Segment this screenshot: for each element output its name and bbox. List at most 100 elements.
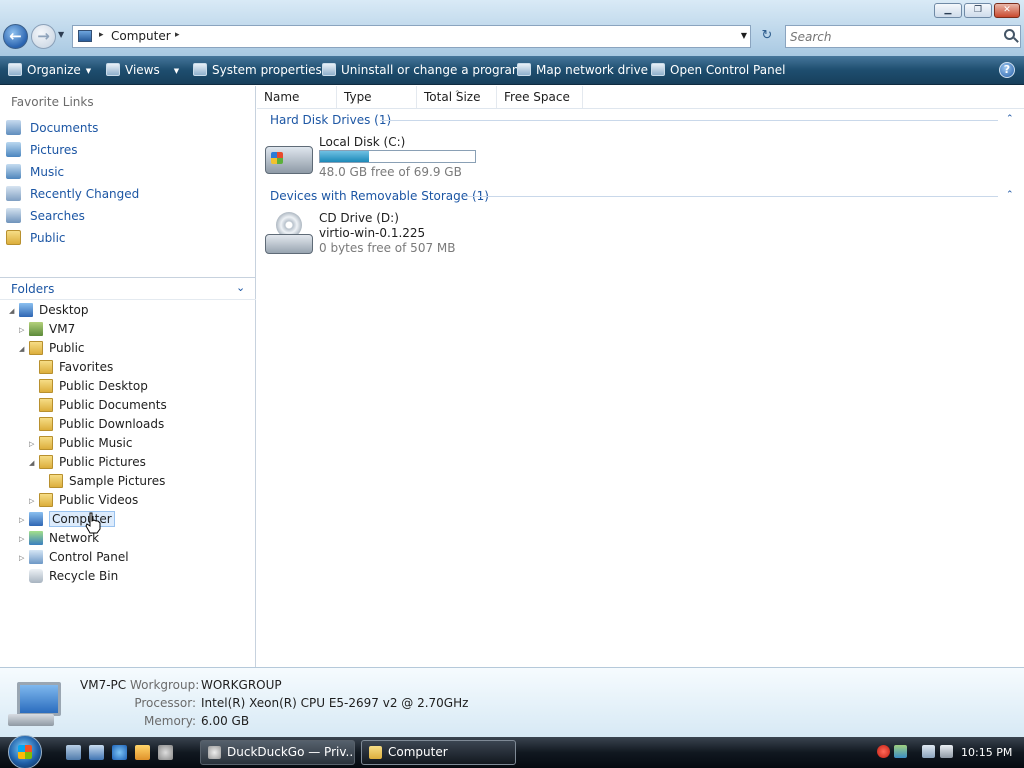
map-network-drive-button[interactable]: Map network drive [517, 62, 648, 80]
tree-expanded-icon[interactable]: ◢ [19, 340, 29, 359]
search-icon[interactable] [1004, 29, 1015, 40]
tree-collapsed-icon[interactable]: ▷ [29, 435, 39, 454]
taskbar-button-duckduckgo[interactable]: DuckDuckGo — Priv... [200, 740, 355, 765]
column-type[interactable]: Type ⌃ [337, 86, 461, 108]
taskbar-button-computer[interactable]: Computer [361, 740, 516, 765]
memory-value: 6.00 GB [201, 714, 250, 728]
breadcrumb-separator[interactable]: ▸ [99, 30, 104, 40]
favorite-label: Recently Changed [30, 187, 140, 201]
breadcrumb-separator[interactable]: ▸ [175, 30, 180, 40]
start-button[interactable] [8, 735, 42, 768]
folders-label: Folders [11, 282, 55, 296]
favorite-documents[interactable]: Documents [6, 119, 98, 137]
media-player-icon[interactable] [135, 745, 150, 760]
back-button[interactable]: ← [3, 24, 28, 49]
folder-icon [6, 230, 21, 245]
favorite-public[interactable]: Public [6, 229, 66, 247]
pictures-icon [6, 142, 21, 157]
drive-local-free-space: 48.0 GB free of 69.9 GB [319, 165, 462, 179]
tree-collapsed-icon[interactable]: ▷ [29, 492, 39, 511]
tree-collapsed-icon[interactable]: ▷ [19, 530, 29, 549]
open-control-panel-button[interactable]: Open Control Panel [651, 62, 785, 80]
searches-icon [6, 208, 21, 223]
column-free-space[interactable]: Free Space [497, 86, 583, 108]
views-button[interactable]: Views ▼ [106, 62, 179, 80]
forward-button[interactable]: → [31, 24, 56, 49]
help-icon[interactable]: ? [999, 62, 1015, 78]
tree-collapsed-icon[interactable]: ▷ [19, 321, 29, 340]
tree-item-recycle-bin[interactable]: Recycle Bin [19, 567, 118, 586]
computer-icon [29, 512, 43, 526]
maximize-button[interactable]: ❐ [964, 3, 992, 18]
group-hard-disk-drives[interactable]: Hard Disk Drives (1) [270, 113, 391, 127]
tree-item-public-desktop[interactable]: Public Desktop [29, 377, 148, 396]
tree-item-public[interactable]: ◢ Public [19, 339, 85, 358]
organize-button[interactable]: Organize ▼ [8, 62, 91, 80]
views-label: Views [125, 63, 160, 77]
favorite-music[interactable]: Music [6, 163, 64, 181]
tree-expanded-icon[interactable]: ◢ [9, 302, 19, 321]
address-bar[interactable]: ▸ Computer ▸ ▼ [72, 25, 751, 48]
network-connection-icon[interactable] [922, 745, 935, 758]
breadcrumb-computer[interactable]: Computer [111, 29, 171, 43]
folder-icon [39, 360, 53, 374]
favorite-recently-changed[interactable]: Recently Changed [6, 185, 139, 203]
collapse-group-icon[interactable]: ⌃ [1006, 190, 1014, 200]
videos-folder-icon [39, 493, 53, 507]
address-dropdown-icon[interactable]: ▼ [741, 31, 747, 40]
tree-item-public-music[interactable]: ▷ Public Music [29, 434, 132, 453]
folder-icon [49, 474, 63, 488]
folders-header[interactable]: Folders ⌄ [0, 277, 256, 300]
tree-collapsed-icon[interactable]: ▷ [19, 511, 29, 530]
tree-collapsed-icon[interactable]: ▷ [19, 549, 29, 568]
hand-cursor-icon [85, 512, 101, 534]
close-button[interactable]: ✕ [994, 3, 1020, 18]
tree-item-public-pictures[interactable]: ◢ Public Pictures [29, 453, 146, 472]
show-desktop-icon[interactable] [66, 745, 81, 760]
tree-item-vm7[interactable]: ▷ VM7 [19, 320, 75, 339]
hard-drive-icon[interactable] [265, 146, 313, 174]
refresh-button[interactable]: ↻ [755, 25, 779, 48]
group-divider [380, 120, 998, 121]
system-clock[interactable]: 10:15 PM [961, 746, 1012, 759]
tree-item-public-documents[interactable]: Public Documents [29, 396, 167, 415]
organize-icon [8, 63, 22, 76]
drive-local-disk-name[interactable]: Local Disk (C:) [319, 135, 405, 149]
group-removable-storage[interactable]: Devices with Removable Storage (1) [270, 189, 489, 203]
drive-cd-name[interactable]: CD Drive (D:) [319, 211, 399, 225]
duckduckgo-icon[interactable] [158, 745, 173, 760]
tree-expanded-icon[interactable]: ◢ [29, 454, 39, 473]
tree-item-control-panel[interactable]: ▷ Control Panel [19, 548, 129, 567]
tree-label: Control Panel [49, 550, 129, 564]
cd-drive-icon[interactable] [265, 212, 313, 256]
drive-cd-volume-label: virtio-win-0.1.225 [319, 226, 426, 240]
recent-pages-arrow[interactable]: ▼ [58, 30, 64, 39]
system-properties-button[interactable]: System properties [193, 62, 322, 80]
tree-item-desktop[interactable]: ◢ Desktop [9, 301, 89, 320]
computer-name: VM7-PC [80, 678, 127, 692]
minimize-button[interactable]: ▁ [934, 3, 962, 18]
internet-explorer-icon[interactable] [112, 745, 127, 760]
tree-label: Desktop [39, 303, 89, 317]
music-folder-icon [39, 436, 53, 450]
tree-item-public-videos[interactable]: ▷ Public Videos [29, 491, 138, 510]
tree-item-sample-pictures[interactable]: Sample Pictures [39, 472, 165, 491]
uninstall-program-button[interactable]: Uninstall or change a program [322, 62, 524, 80]
collapse-group-icon[interactable]: ⌃ [1006, 114, 1014, 124]
volume-muted-icon[interactable] [940, 745, 953, 758]
favorite-pictures[interactable]: Pictures [6, 141, 78, 159]
search-box[interactable] [785, 25, 1021, 48]
switch-windows-icon[interactable] [89, 745, 104, 760]
programs-icon [322, 63, 336, 76]
chevron-down-icon[interactable]: ⌄ [236, 281, 245, 294]
search-input[interactable] [790, 27, 990, 46]
security-alert-icon[interactable] [877, 745, 890, 758]
tree-item-public-downloads[interactable]: Public Downloads [29, 415, 164, 434]
favorite-searches[interactable]: Searches [6, 207, 85, 225]
column-total-size[interactable]: Total Size [417, 86, 497, 108]
documents-icon [6, 120, 21, 135]
task-label: DuckDuckGo — Priv... [227, 745, 355, 759]
tree-item-favorites[interactable]: Favorites [29, 358, 113, 377]
column-name[interactable]: Name [257, 86, 337, 108]
network-status-icon[interactable] [894, 745, 907, 758]
